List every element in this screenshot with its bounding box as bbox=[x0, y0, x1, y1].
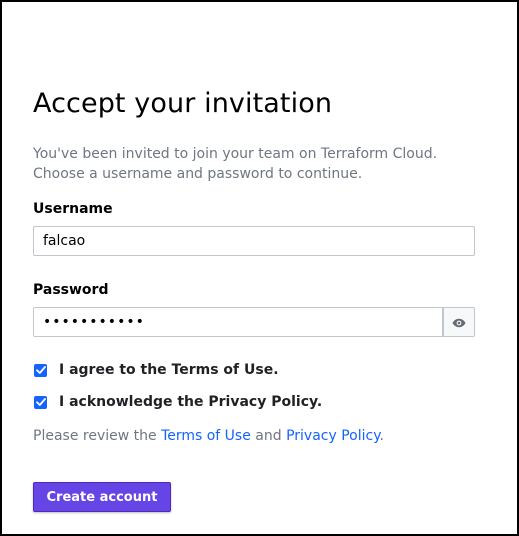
username-label: Username bbox=[33, 201, 113, 217]
privacy-checkbox[interactable] bbox=[34, 395, 47, 409]
review-suffix: . bbox=[379, 428, 384, 444]
review-text: Please review the Terms of Use and Priva… bbox=[33, 428, 384, 444]
invitation-panel: Accept your invitation You've been invit… bbox=[0, 0, 519, 536]
privacy-checkbox-row[interactable]: I acknowledge the Privacy Policy. bbox=[33, 393, 322, 411]
checkmark-icon bbox=[35, 398, 46, 406]
show-password-button[interactable] bbox=[443, 307, 475, 337]
review-middle: and bbox=[250, 428, 287, 444]
username-input[interactable] bbox=[33, 226, 475, 256]
password-input[interactable] bbox=[33, 307, 443, 337]
terms-of-use-link[interactable]: Terms of Use bbox=[161, 428, 251, 444]
page-title: Accept your invitation bbox=[33, 88, 333, 119]
terms-checkbox-label[interactable]: I agree to the Terms of Use. bbox=[59, 362, 279, 378]
intro-text: You've been invited to join your team on… bbox=[33, 146, 438, 182]
eye-icon bbox=[452, 313, 466, 332]
privacy-checkbox-label[interactable]: I acknowledge the Privacy Policy. bbox=[59, 394, 322, 410]
terms-checkbox[interactable] bbox=[34, 363, 47, 377]
privacy-policy-link[interactable]: Privacy Policy bbox=[286, 428, 379, 444]
review-prefix: Please review the bbox=[33, 428, 162, 444]
checkmark-icon bbox=[35, 366, 46, 374]
password-label: Password bbox=[33, 282, 109, 298]
terms-checkbox-row[interactable]: I agree to the Terms of Use. bbox=[33, 361, 279, 379]
create-account-button[interactable]: Create account bbox=[33, 482, 171, 512]
